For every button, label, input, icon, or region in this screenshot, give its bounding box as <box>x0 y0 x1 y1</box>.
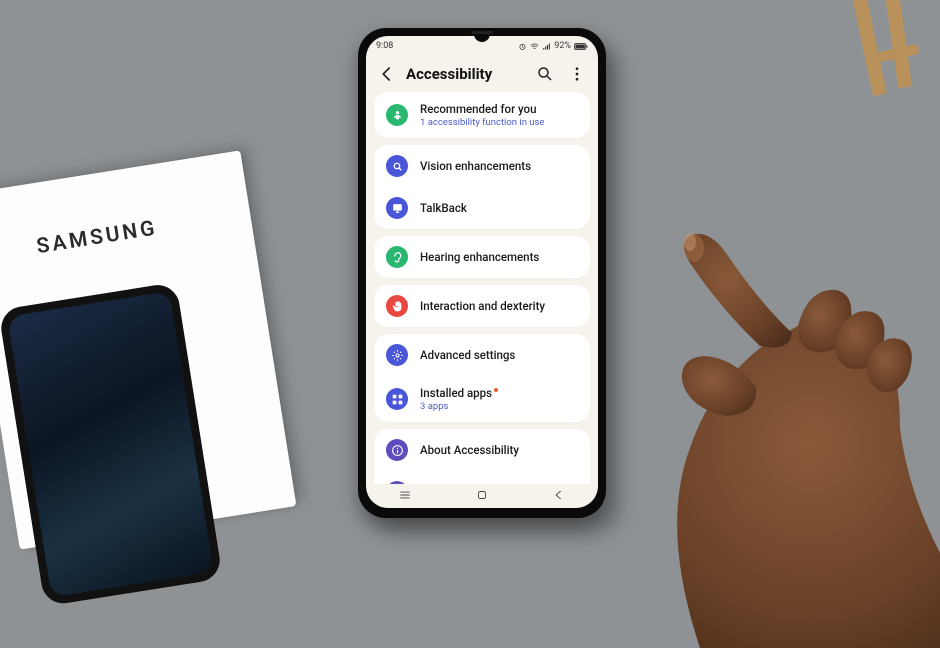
chevron-left-icon <box>378 65 396 83</box>
item-title: Hearing enhancements <box>420 250 539 264</box>
settings-item[interactable]: Installed apps3 apps <box>374 376 590 422</box>
samsung-box: SAMSUNG <box>0 150 296 549</box>
settings-item[interactable]: Contact us <box>374 471 590 484</box>
settings-item[interactable]: Interaction and dexterity <box>374 285 590 327</box>
ear-icon <box>386 246 408 268</box>
item-title: TalkBack <box>420 201 467 215</box>
item-title: Installed apps <box>420 386 498 400</box>
settings-cards[interactable]: Recommended for you1 accessibility funct… <box>366 92 598 484</box>
apps-icon <box>386 388 408 410</box>
status-time: 9:08 <box>376 41 393 51</box>
item-title: Interaction and dexterity <box>420 299 545 313</box>
more-button[interactable] <box>564 61 590 87</box>
recents-icon <box>398 488 412 502</box>
settings-item[interactable]: Advanced settings <box>374 334 590 376</box>
settings-card: Interaction and dexterity <box>374 285 590 327</box>
item-title: Advanced settings <box>420 348 515 362</box>
settings-card: Advanced settings Installed apps3 apps <box>374 334 590 422</box>
item-subtitle: 3 apps <box>420 401 498 412</box>
phone-screen: 9:08 92% Accessibility Recommended f <box>366 36 598 508</box>
item-title: About Accessibility <box>420 443 519 457</box>
item-subtitle: 1 accessibility function in use <box>420 117 544 128</box>
more-vert-icon <box>568 65 586 83</box>
settings-item[interactable]: Recommended for you1 accessibility funct… <box>374 92 590 138</box>
signal-icon <box>542 42 551 51</box>
status-battery: 92% <box>554 41 571 51</box>
back-button[interactable] <box>374 61 400 87</box>
wifi-icon <box>530 42 539 51</box>
nav-home[interactable] <box>475 487 489 506</box>
eye-icon <box>386 155 408 177</box>
page-header: Accessibility <box>366 56 598 92</box>
nav-recents[interactable] <box>398 487 412 506</box>
settings-card: Recommended for you1 accessibility funct… <box>374 92 590 138</box>
gear-icon <box>386 344 408 366</box>
settings-card: Hearing enhancements <box>374 236 590 278</box>
battery-icon <box>574 42 588 51</box>
hand-icon <box>386 295 408 317</box>
search-icon <box>536 65 554 83</box>
box-phone-image <box>0 282 223 606</box>
alarm-icon <box>518 42 527 51</box>
phone-device: 9:08 92% Accessibility Recommended f <box>358 28 606 518</box>
home-icon <box>475 488 489 502</box>
item-title: Vision enhancements <box>420 159 531 173</box>
settings-item[interactable]: Vision enhancements <box>374 145 590 187</box>
search-button[interactable] <box>532 61 558 87</box>
settings-item[interactable]: TalkBack <box>374 187 590 229</box>
back-icon <box>552 488 566 502</box>
info-icon <box>386 439 408 461</box>
settings-item[interactable]: About Accessibility <box>374 429 590 471</box>
samsung-brand-text: SAMSUNG <box>35 216 159 259</box>
wood-clamp-decor <box>850 0 940 106</box>
page-title: Accessibility <box>406 65 526 83</box>
android-navbar <box>366 484 598 508</box>
nav-back[interactable] <box>552 487 566 506</box>
person-icon <box>386 104 408 126</box>
update-indicator <box>494 388 498 392</box>
item-title: Recommended for you <box>420 102 544 116</box>
talk-icon <box>386 197 408 219</box>
settings-card: Vision enhancements TalkBack <box>374 145 590 229</box>
settings-item[interactable]: Hearing enhancements <box>374 236 590 278</box>
settings-card: About Accessibility Contact us <box>374 429 590 484</box>
